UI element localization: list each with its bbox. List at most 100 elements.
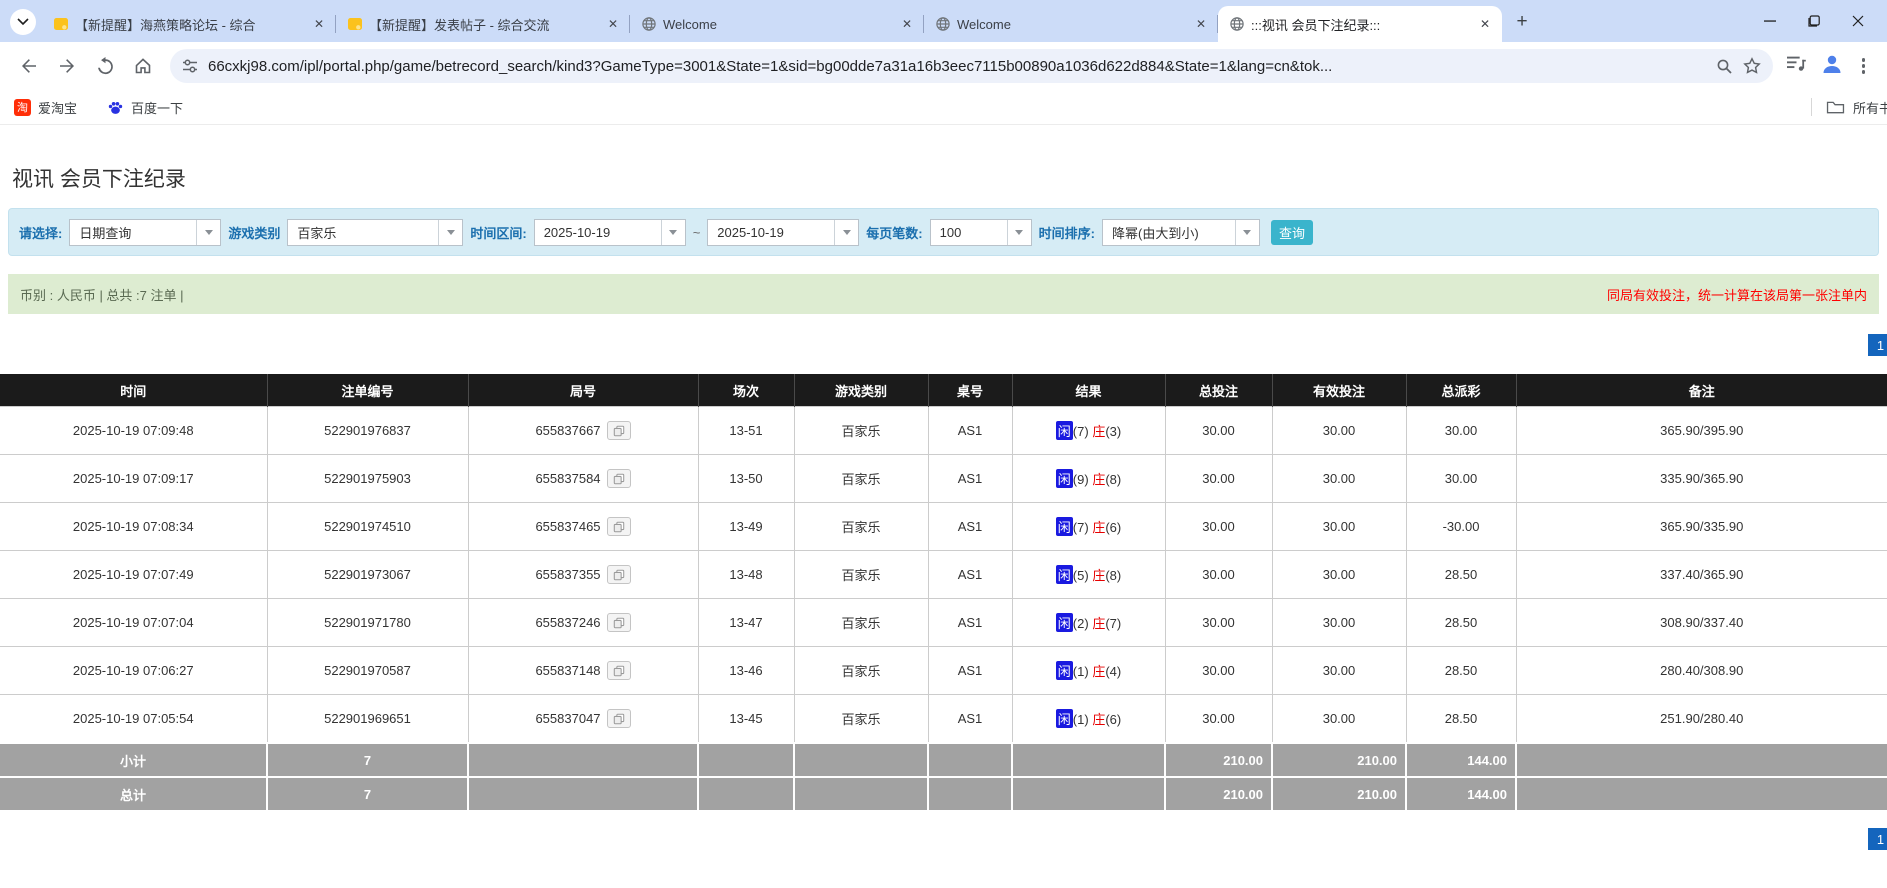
copy-icon[interactable] — [607, 661, 631, 680]
bookmark-item-baidu[interactable]: 百度一下 — [107, 98, 183, 117]
bookmarks-bar: 淘 爱淘宝 百度一下 所有书签 — [0, 90, 1887, 125]
round-number-cell: 655837355 — [468, 551, 698, 599]
chevron-down-icon[interactable] — [1235, 220, 1259, 245]
round-number: 655837148 — [535, 663, 600, 678]
result-cell: 闲(7) 庄(3) — [1012, 407, 1165, 455]
total-bet-link[interactable]: 30.00 — [1165, 503, 1272, 551]
total-bet-link[interactable]: 30.00 — [1165, 407, 1272, 455]
query-type-select[interactable]: 日期查询 — [69, 219, 221, 246]
valid-bet: 30.00 — [1272, 551, 1406, 599]
all-bookmarks[interactable]: 所有书签 — [1811, 98, 1887, 117]
player-score: (5) — [1073, 568, 1089, 583]
total-bet-link[interactable]: 30.00 — [1165, 695, 1272, 744]
bet-time: 2025-10-19 07:08:34 — [0, 503, 267, 551]
maximize-icon[interactable] — [1799, 6, 1829, 36]
profile-avatar[interactable] — [1820, 52, 1844, 81]
chevron-down-icon[interactable] — [196, 220, 220, 245]
tab-active[interactable]: :::视讯 会员下注纪录:::✕ — [1218, 6, 1502, 42]
tab-close-icon[interactable]: ✕ — [1476, 15, 1494, 33]
page-number-button[interactable]: 1 — [1868, 828, 1887, 850]
table-row: 2025-10-19 07:08:34 522901974510 6558374… — [0, 503, 1887, 551]
copy-icon[interactable] — [607, 421, 631, 440]
empty-cell — [928, 777, 1012, 810]
page-size-select[interactable]: 100 — [930, 219, 1032, 246]
tab-search-button[interactable] — [10, 9, 36, 35]
round-number-cell: 655837465 — [468, 503, 698, 551]
chevron-down-icon[interactable] — [661, 220, 685, 245]
tab-strip: 【新提醒】海燕策略论坛 - 综合✕【新提醒】发表帖子 - 综合交流✕Welcom… — [0, 0, 1887, 42]
column-header: 总派彩 — [1406, 374, 1516, 407]
address-bar[interactable]: 66cxkj98.com/ipl/portal.php/game/betreco… — [170, 49, 1773, 83]
date-to-select[interactable]: 2025-10-19 — [707, 219, 859, 246]
player-score: (2) — [1073, 616, 1089, 631]
tab-close-icon[interactable]: ✕ — [1192, 15, 1210, 33]
zoom-icon[interactable] — [1716, 58, 1733, 75]
bet-time: 2025-10-19 07:05:54 — [0, 695, 267, 744]
reload-button[interactable] — [89, 50, 121, 82]
date-from-select[interactable]: 2025-10-19 — [534, 219, 686, 246]
close-icon[interactable] — [1843, 6, 1873, 36]
copy-icon[interactable] — [607, 469, 631, 488]
total-bet-link[interactable]: 30.00 — [1165, 599, 1272, 647]
banker-result: 庄 — [1092, 472, 1105, 487]
chevron-down-icon[interactable] — [1007, 220, 1031, 245]
empty-cell — [928, 743, 1012, 777]
sort-select[interactable]: 降幂(由大到小) — [1102, 219, 1260, 246]
site-settings-icon[interactable] — [182, 58, 198, 74]
valid-bet: 30.00 — [1272, 647, 1406, 695]
column-header: 有效投注 — [1272, 374, 1406, 407]
bookmark-item-taobao[interactable]: 淘 爱淘宝 — [14, 98, 77, 117]
copy-icon[interactable] — [607, 565, 631, 584]
valid-bet: 30.00 — [1272, 599, 1406, 647]
notice-text: 同局有效投注，统一计算在该局第一张注单内 — [1607, 285, 1867, 304]
url-text[interactable]: 66cxkj98.com/ipl/portal.php/game/betreco… — [208, 58, 1706, 75]
remark: 365.90/335.90 — [1516, 503, 1887, 551]
menu-icon[interactable] — [1858, 58, 1870, 74]
valid-bet: 30.00 — [1272, 455, 1406, 503]
copy-icon[interactable] — [607, 613, 631, 632]
game-type-select[interactable]: 百家乐 — [287, 219, 463, 246]
bet-number: 522901969651 — [267, 695, 468, 744]
tab[interactable]: 【新提醒】发表帖子 - 综合交流✕ — [336, 6, 630, 42]
globe-icon — [640, 16, 657, 33]
chevron-down-icon — [17, 18, 29, 26]
home-button[interactable] — [127, 50, 159, 82]
search-button[interactable]: 查询 — [1271, 220, 1313, 245]
tab[interactable]: Welcome✕ — [630, 6, 924, 42]
tab-close-icon[interactable]: ✕ — [898, 15, 916, 33]
tab[interactable]: 【新提醒】海燕策略论坛 - 综合✕ — [42, 6, 336, 42]
table-row: 2025-10-19 07:09:48 522901976837 6558376… — [0, 407, 1887, 455]
total-bet-link[interactable]: 30.00 — [1165, 455, 1272, 503]
copy-icon[interactable] — [607, 709, 631, 728]
info-bar: 币别 : 人民币 | 总共 :7 注单 | 同局有效投注，统一计算在该局第一张注… — [8, 274, 1879, 314]
banker-score: (6) — [1105, 712, 1121, 727]
total-bet-link[interactable]: 30.00 — [1165, 647, 1272, 695]
new-tab-button[interactable]: + — [1508, 8, 1536, 36]
table-row: 2025-10-19 07:06:27 522901970587 6558371… — [0, 647, 1887, 695]
page-title: 视讯 会员下注纪录 — [12, 163, 1887, 193]
empty-cell — [1012, 777, 1165, 810]
tab[interactable]: Welcome✕ — [924, 6, 1218, 42]
bookmark-label: 百度一下 — [131, 98, 183, 117]
player-result: 闲 — [1056, 469, 1073, 488]
table-number: AS1 — [928, 455, 1012, 503]
page-number-button[interactable]: 1 — [1868, 334, 1887, 356]
media-controls-icon[interactable] — [1787, 55, 1806, 77]
tab-close-icon[interactable]: ✕ — [310, 15, 328, 33]
minimize-icon[interactable] — [1755, 6, 1785, 36]
summary-row: 小计 7 210.00 210.00 144.00 — [0, 743, 1887, 777]
chevron-down-icon[interactable] — [438, 220, 462, 245]
tab-close-icon[interactable]: ✕ — [604, 15, 622, 33]
summary-total-bet: 210.00 — [1165, 743, 1272, 777]
back-button[interactable] — [13, 50, 45, 82]
bookmark-star-icon[interactable] — [1743, 57, 1761, 75]
total-bet-link[interactable]: 30.00 — [1165, 551, 1272, 599]
payout: 28.50 — [1406, 599, 1516, 647]
chevron-down-icon[interactable] — [834, 220, 858, 245]
forward-button[interactable] — [51, 50, 83, 82]
table-body: 2025-10-19 07:09:48 522901976837 6558376… — [0, 407, 1887, 811]
globe-icon — [934, 16, 951, 33]
copy-icon[interactable] — [607, 517, 631, 536]
banker-score: (8) — [1105, 568, 1121, 583]
bet-records-table: 时间注单编号局号场次游戏类别桌号结果总投注有效投注总派彩备注 2025-10-1… — [0, 374, 1887, 810]
